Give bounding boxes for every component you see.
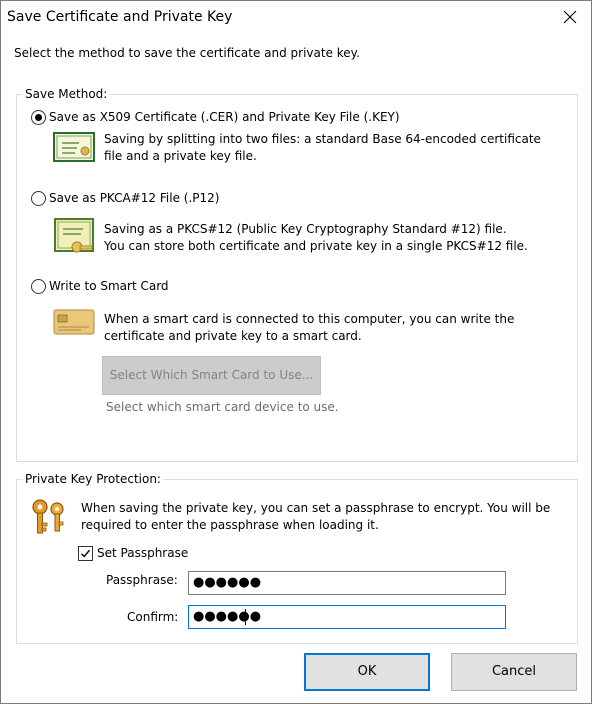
set-passphrase-checkbox[interactable] (78, 546, 93, 561)
option-smart-card-desc-line2: certificate and private key to a smart c… (104, 329, 362, 343)
close-icon[interactable] (563, 10, 577, 24)
save-certificate-dialog: Save Certificate and Private Key Select … (0, 0, 592, 704)
smart-card-icon (53, 309, 95, 338)
text-caret (245, 609, 246, 625)
save-method-legend: Save Method: (23, 87, 110, 101)
option-x509-desc-line2: file and a private key file. (104, 149, 257, 163)
passphrase-label: Passphrase: (106, 573, 178, 587)
confirm-label: Confirm: (127, 610, 179, 624)
radio-pkcs12[interactable] (31, 191, 46, 206)
certificate-key-file-icon (53, 213, 95, 262)
confirm-value: ●●●●●● (193, 609, 262, 624)
window-title: Save Certificate and Private Key (7, 9, 233, 25)
protection-desc-line1: When saving the private key, you can set… (81, 501, 551, 515)
select-smart-card-hint: Select which smart card device to use. (106, 400, 339, 414)
option-x509-label[interactable]: Save as X509 Certificate (.CER) and Priv… (49, 110, 400, 124)
set-passphrase-label[interactable]: Set Passphrase (97, 546, 188, 560)
radio-smart-card[interactable] (31, 279, 46, 294)
checkmark-icon (81, 549, 91, 558)
select-smart-card-button[interactable]: Select Which Smart Card to Use... (102, 356, 321, 395)
option-smart-card-label[interactable]: Write to Smart Card (49, 279, 169, 293)
passphrase-field[interactable]: ●●●●●● (188, 571, 506, 595)
confirm-passphrase-field[interactable]: ●●●●●● (188, 605, 506, 629)
option-smart-card-desc-line1: When a smart card is connected to this c… (104, 312, 515, 326)
radio-x509-cer-key[interactable] (31, 110, 46, 125)
option-x509-desc-line1: Saving by splitting into two files: a st… (104, 132, 541, 146)
certificate-icon (53, 132, 95, 165)
protection-desc-line2: required to enter the passphrase when lo… (81, 518, 379, 532)
passphrase-value: ●●●●●● (193, 575, 262, 590)
keys-icon (29, 497, 71, 542)
ok-button[interactable]: OK (304, 653, 430, 691)
cancel-button[interactable]: Cancel (451, 653, 577, 691)
option-pkcs12-desc-line1: Saving as a PKCS#12 (Public Key Cryptogr… (104, 222, 507, 236)
instruction-text: Select the method to save the certificat… (14, 46, 360, 60)
option-pkcs12-label[interactable]: Save as PKCA#12 File (.P12) (49, 191, 219, 205)
title-bar: Save Certificate and Private Key (1, 1, 591, 35)
option-pkcs12-desc-line2: You can store both certificate and priva… (104, 239, 528, 253)
private-key-protection-legend: Private Key Protection: (23, 472, 163, 486)
